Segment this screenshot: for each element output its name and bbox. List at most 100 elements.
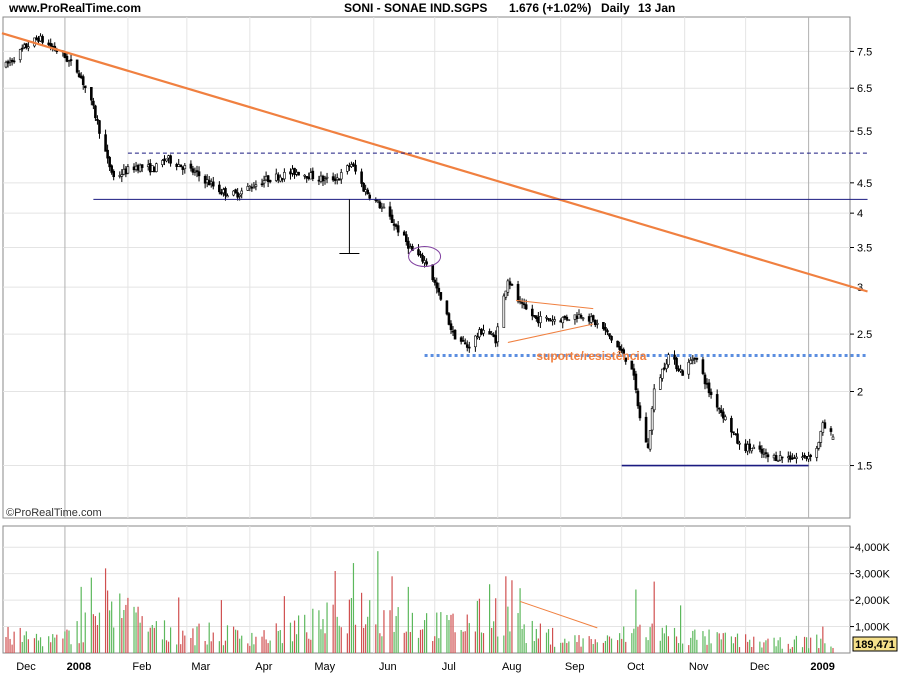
candle-body	[268, 179, 272, 183]
candle-body	[636, 390, 640, 407]
candle-body	[819, 431, 823, 443]
candle-body	[701, 359, 705, 374]
candle-body	[730, 418, 733, 433]
candle-body	[276, 174, 280, 181]
candle-body	[695, 357, 699, 360]
candle-body	[567, 319, 571, 322]
candle-body	[380, 206, 384, 209]
candle-body	[240, 190, 244, 195]
price-panel[interactable]	[2, 16, 851, 519]
candle-body	[490, 333, 493, 335]
candle-body	[687, 361, 691, 375]
candle-body	[705, 383, 709, 385]
candle-body	[577, 314, 581, 319]
candle-body	[161, 160, 164, 165]
candle-body	[776, 459, 780, 462]
x-tick-label: Nov	[689, 661, 709, 673]
candle-body	[738, 442, 741, 445]
candle-body	[459, 337, 463, 342]
candle-body	[264, 176, 268, 181]
x-tick-label: Mar	[191, 661, 210, 673]
candle-body	[193, 171, 197, 173]
candle-body	[112, 170, 115, 178]
x-tick-label: 2008	[67, 661, 91, 673]
x-tick-label: Dec	[750, 661, 770, 673]
candle-body	[382, 206, 386, 209]
price-tick-label: 5.5	[857, 126, 872, 138]
candle-body	[638, 405, 642, 419]
candle-body	[721, 411, 725, 419]
candle-body	[551, 319, 554, 322]
candle-body	[295, 171, 298, 175]
candle-body	[423, 260, 426, 264]
price-tick-label: 4	[857, 208, 863, 220]
candle-body	[274, 173, 278, 181]
candle-body	[431, 264, 435, 281]
candle-body	[362, 182, 365, 192]
candle-body	[69, 59, 73, 61]
candle-body	[283, 172, 286, 180]
candle-body	[146, 164, 150, 167]
candle-body	[409, 246, 412, 248]
candle-body	[392, 223, 396, 226]
site-url[interactable]: www.ProRealTime.com	[9, 1, 141, 15]
candle-body	[689, 360, 693, 364]
candle-body	[547, 318, 550, 321]
price-tick-label: 2.5	[857, 329, 872, 341]
candle-body	[394, 224, 398, 227]
x-tick-label: 2009	[810, 661, 834, 673]
candle-body	[652, 388, 656, 411]
candle-body	[179, 164, 183, 168]
candle-body	[12, 60, 16, 63]
candle-body	[226, 195, 229, 198]
candle-body	[136, 165, 140, 171]
candle-body	[421, 254, 424, 262]
candle-body	[488, 331, 491, 335]
candle-body	[563, 315, 567, 319]
candle-body	[478, 329, 481, 338]
candle-body	[717, 407, 721, 410]
candle-body	[665, 363, 668, 370]
candle-body	[262, 180, 266, 184]
candle-body	[75, 59, 79, 73]
candle-body	[189, 163, 193, 169]
candle-body	[236, 192, 239, 198]
candle-body	[774, 455, 778, 462]
candle-body	[148, 163, 152, 173]
candle-body	[559, 320, 563, 323]
candle-body	[425, 261, 428, 265]
candle-body	[248, 185, 252, 189]
candle-body	[821, 422, 825, 433]
candle-body	[504, 290, 508, 298]
x-tick-label: Aug	[502, 661, 522, 673]
candle-body	[335, 177, 339, 180]
candle-body	[197, 171, 201, 177]
volume-tick-label: 3,000K	[855, 569, 891, 581]
candle-body	[303, 174, 306, 177]
candle-body	[104, 134, 107, 152]
candle-body	[591, 315, 595, 321]
candle-body	[709, 391, 713, 395]
candle-body	[120, 174, 124, 177]
date-label: 13 Jan	[638, 1, 676, 15]
candle-body	[337, 178, 341, 181]
candle-body	[92, 100, 95, 106]
candle-body	[218, 184, 221, 193]
price-tick-label: 4.5	[857, 178, 872, 190]
candle-body	[419, 253, 422, 256]
candle-body	[333, 178, 337, 181]
candle-body	[281, 178, 284, 180]
candle-body	[524, 304, 528, 310]
candle-body	[108, 157, 111, 168]
candle-body	[205, 179, 209, 183]
candle-body	[595, 323, 599, 325]
candle-body	[83, 85, 87, 89]
x-tick-label: Sep	[565, 661, 585, 673]
candle-body	[311, 170, 315, 179]
x-tick-label: Apr	[255, 661, 272, 673]
candle-body	[758, 445, 762, 450]
volume-tick-label: 1,000K	[855, 622, 891, 634]
candle-body	[632, 368, 636, 376]
candle-body	[388, 206, 392, 217]
candle-body	[163, 158, 166, 161]
